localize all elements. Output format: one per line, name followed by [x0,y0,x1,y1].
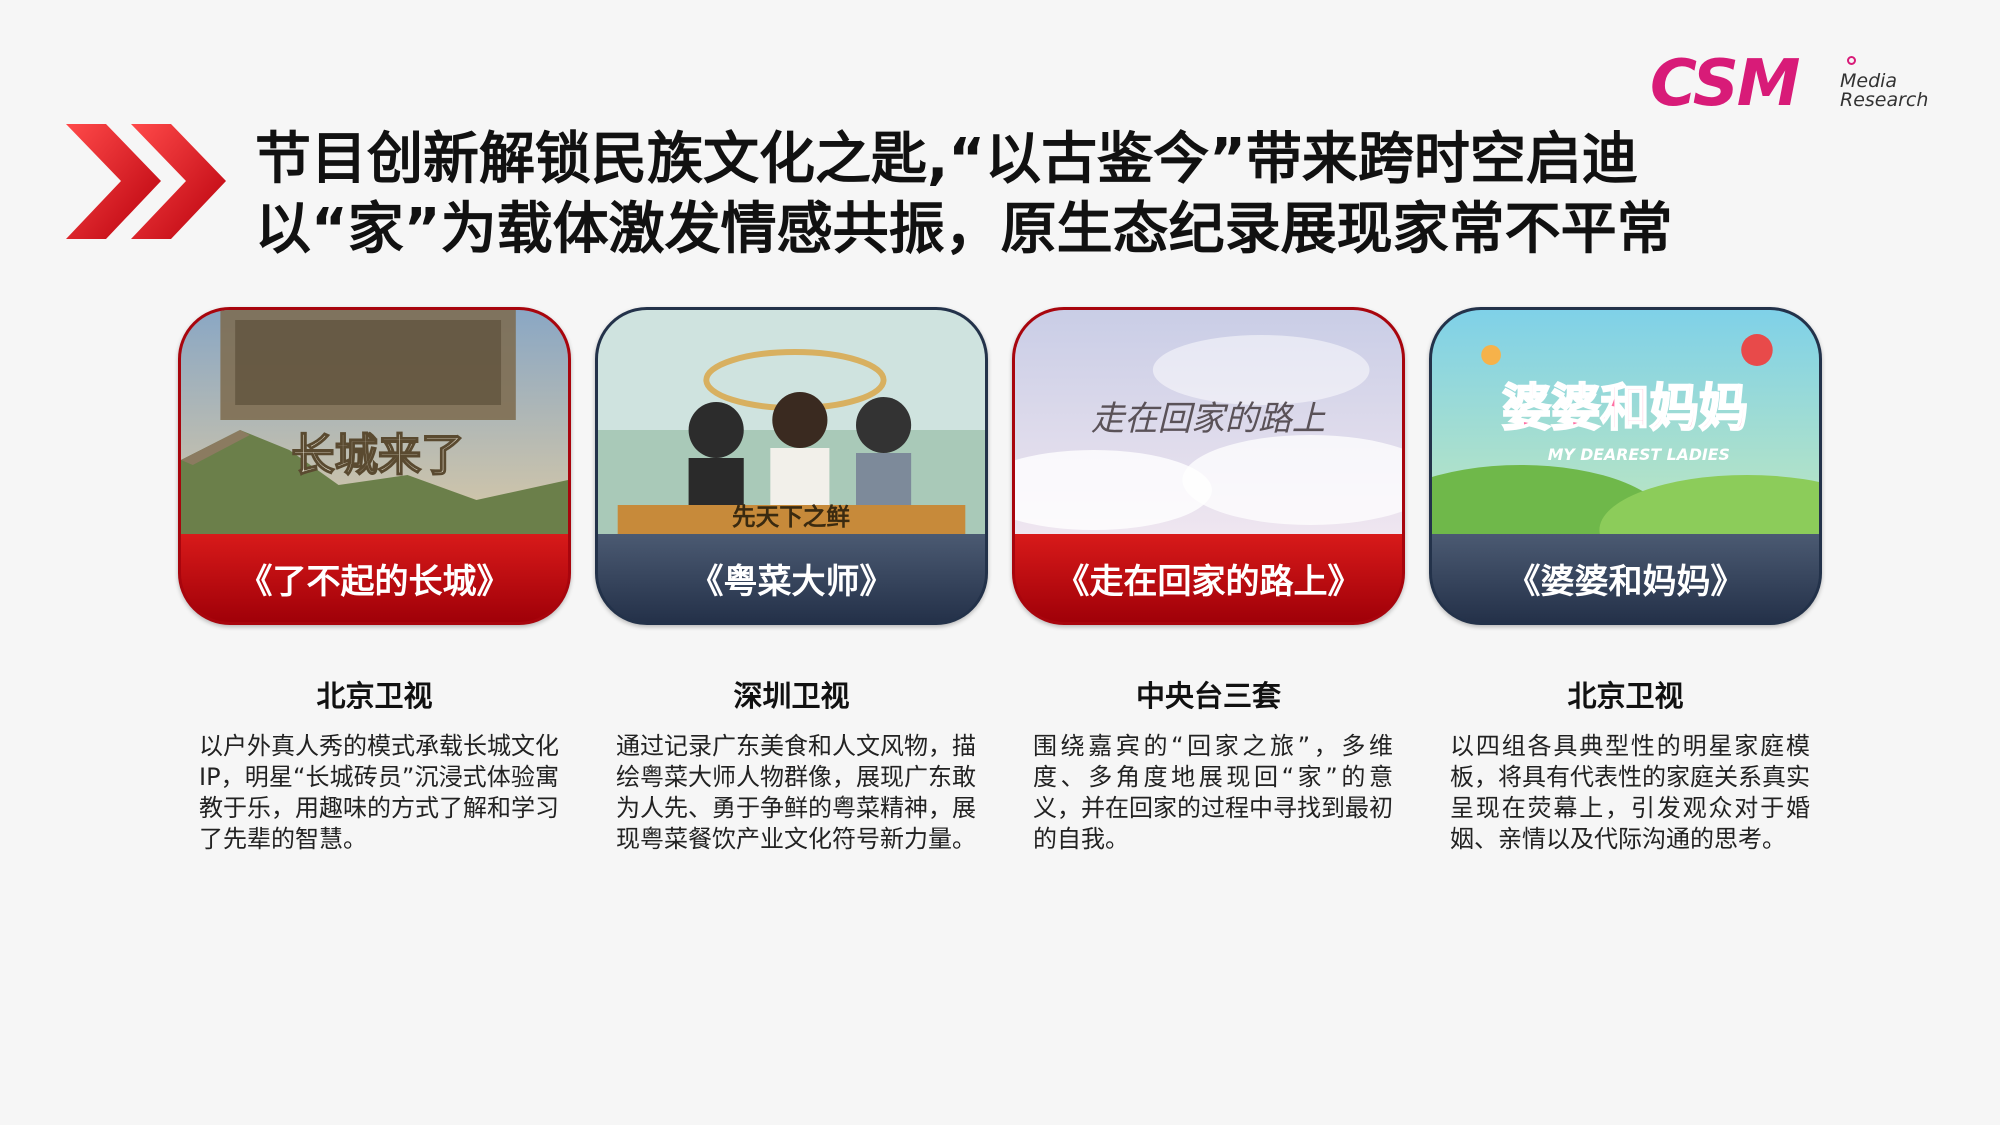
poster-image-1: 长城来了 [181,310,568,535]
channel-label-3: 中央台三套 [1135,679,1281,713]
title-line-2: 以“家”为载体激发情感共振，原生态纪录展现家常不平常 [255,197,1673,262]
poster-image-4: 婆婆和妈妈 MY DEAREST LADIES [1432,310,1819,535]
chevron-arrows-icon [66,124,226,239]
poster-text-2: 先天下之鲜 [732,503,850,531]
program-description-3: 围绕嘉宾的“回家之旅”，多维度、多角度地展现回“家”的意义，并在回家的过程中寻找… [1033,732,1393,853]
poster-subtext-4: MY DEAREST LADIES [1548,445,1730,464]
poster-image-2: 先天下之鲜 [598,310,985,535]
channel-label-2: 深圳卫视 [733,679,850,713]
channel-label-4: 北京卫视 [1567,679,1684,713]
page-title: 节目创新解锁民族文化之匙,“以古鉴今”带来跨时空启迪 以“家”为载体激发情感共振… [255,125,1673,265]
poster-text-1: 长城来了 [291,430,464,481]
poster-image-3: 走在回家的路上 [1015,310,1402,535]
program-title-2: 《粤菜大师》 [598,534,985,622]
title-line-1: 节目创新解锁民族文化之匙,“以古鉴今”带来跨时空启迪 [255,127,1638,192]
program-title-3: 《走在回家的路上》 [1015,534,1402,622]
program-description-2: 通过记录广东美食和人文风物，描绘粤菜大师人物群像，展现广东敢为人先、勇于争鲜的粤… [616,732,976,853]
csm-logo: CSM Media Research [1650,47,1940,121]
logo-mark: CSM [1650,47,1800,121]
logo-subtitle: Media Research [1840,70,1929,111]
program-card-4: 婆婆和妈妈 MY DEAREST LADIES 《婆婆和妈妈》 [1429,307,1822,625]
registered-icon [1847,56,1856,65]
program-description-4: 以四组各具典型性的明星家庭模板，将具有代表性的家庭关系真实呈现在荧幕上，引发观众… [1450,732,1810,853]
program-title-4: 《婆婆和妈妈》 [1432,534,1819,622]
program-title-1: 《了不起的长城》 [181,534,568,622]
poster-text-4: 婆婆和妈妈 [1502,379,1748,437]
channel-label-1: 北京卫视 [316,679,433,713]
poster-text-3: 走在回家的路上 [1091,399,1327,438]
program-card-2: 先天下之鲜 《粤菜大师》 [595,307,988,625]
program-card-3: 走在回家的路上 《走在回家的路上》 [1012,307,1405,625]
program-card-1: 长城来了 《了不起的长城》 [178,307,571,625]
program-description-1: 以户外真人秀的模式承载长城文化IP，明星“长城砖员”沉浸式体验寓教于乐，用趣味的… [199,732,559,853]
